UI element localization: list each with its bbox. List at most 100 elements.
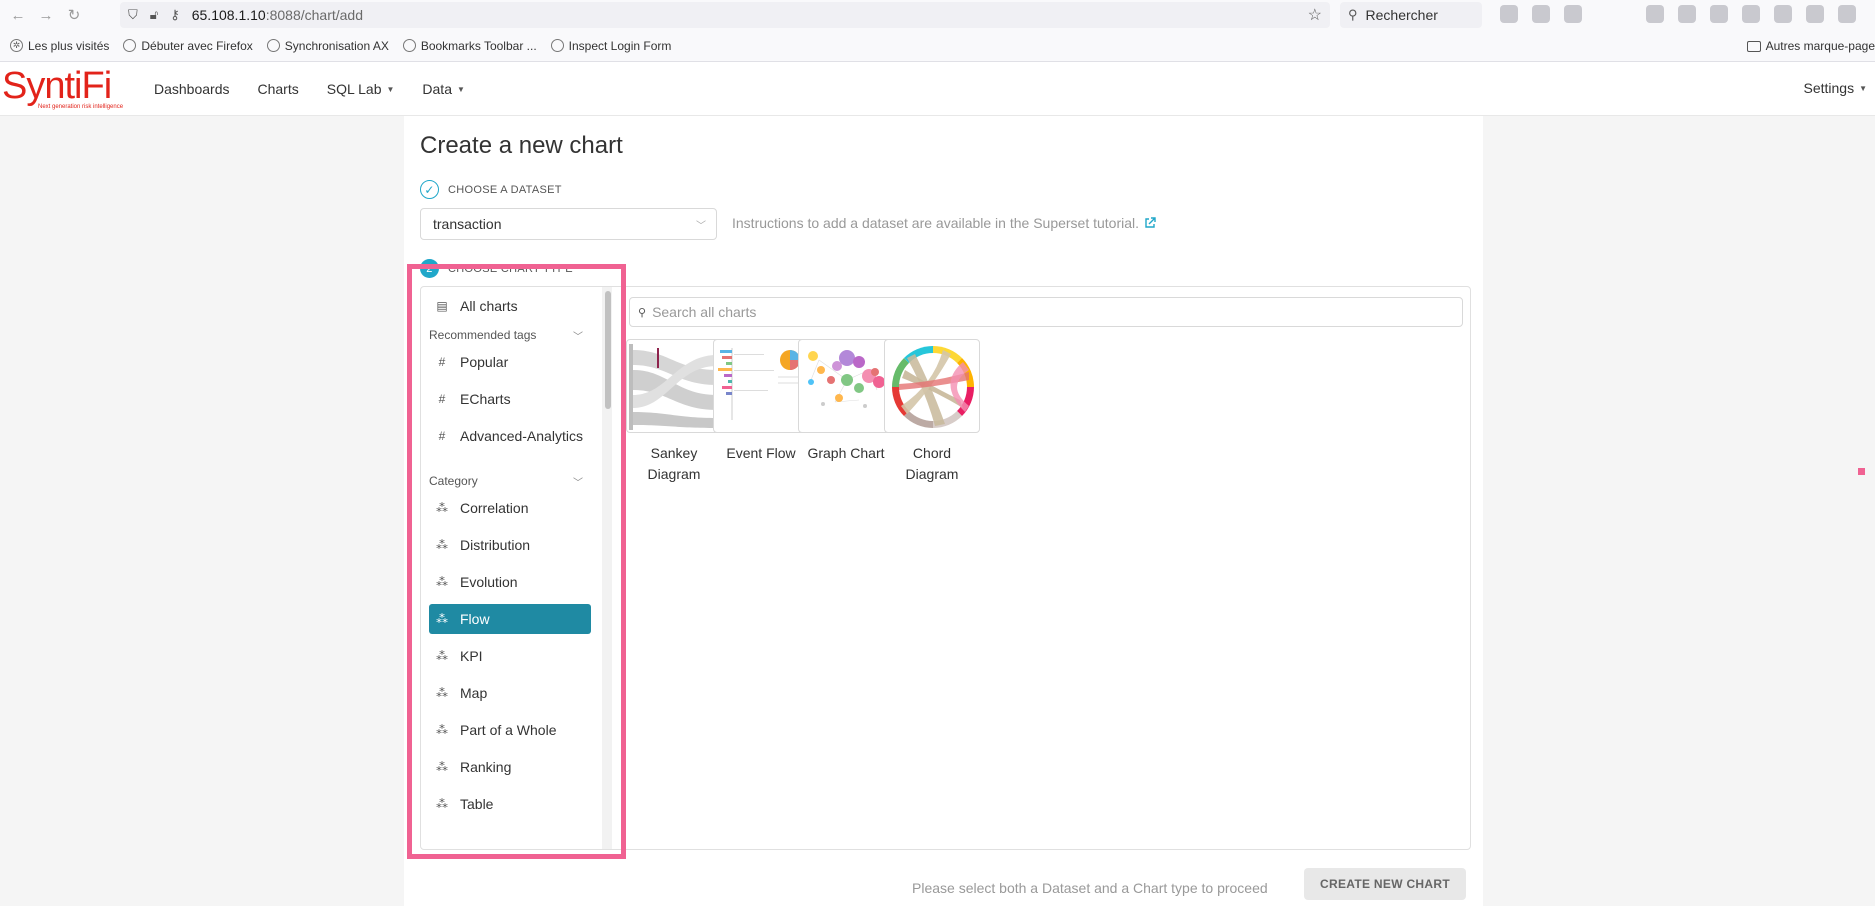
metamask-icon[interactable] xyxy=(1742,5,1760,23)
chart-card-label: Graph Chart xyxy=(807,445,885,461)
hashtag-icon: # xyxy=(438,429,446,443)
logo-text: SyntiFi xyxy=(2,65,112,107)
chart-card-event-flow[interactable]: Event Flow xyxy=(713,339,809,464)
back-icon[interactable]: ← xyxy=(8,5,28,25)
graph-chart-thumbnail xyxy=(798,339,894,433)
sidebar-category-part-of-a-whole[interactable]: ⁂ Part of a Whole xyxy=(429,715,591,745)
bookmark-star-icon[interactable]: ☆ xyxy=(1308,5,1322,25)
sidebar-category-correlation[interactable]: ⁂ Correlation xyxy=(429,493,591,523)
bookmark-item[interactable]: ✲ Les plus visités xyxy=(10,39,109,53)
sidebar-item-all-charts[interactable]: ▤ All charts xyxy=(429,291,591,321)
dataset-select[interactable]: transaction ﹀ xyxy=(420,208,717,240)
nav-dashboards[interactable]: Dashboards xyxy=(154,81,230,97)
browser-search[interactable]: ⚲ Rechercher xyxy=(1340,2,1482,28)
annotation-marker xyxy=(1858,468,1865,475)
page-title: Create a new chart xyxy=(420,132,623,159)
chevron-down-icon: ﹀ xyxy=(573,332,583,343)
hashtag-icon: # xyxy=(438,355,446,369)
shapes-icon: ⁂ xyxy=(436,686,448,700)
sidebar-tag-advanced-analytics[interactable]: # Advanced-Analytics xyxy=(429,421,591,451)
step-label: CHOOSE CHART TYPE xyxy=(448,262,573,275)
browser-toolbar: ← → ↻ ⛉ 🔓︎ ⚷ 65.108.1.10:8088/chart/add … xyxy=(0,0,1875,30)
step-choose-chart-type: 2 CHOOSE CHART TYPE xyxy=(420,259,573,278)
chart-card-label: Sankey Diagram xyxy=(647,445,701,482)
shapes-icon: ⁂ xyxy=(436,612,448,626)
search-icon: ⚲ xyxy=(638,306,647,319)
sidebar-category-map[interactable]: ⁂ Map xyxy=(429,678,591,708)
url-bar[interactable]: ⛉ 🔓︎ ⚷ 65.108.1.10:8088/chart/add ☆ xyxy=(120,2,1330,28)
firefox-icon xyxy=(123,39,137,52)
hashtag-icon: # xyxy=(438,392,446,406)
nav-sql-lab[interactable]: SQL Lab ▼ xyxy=(327,81,395,97)
reload-icon[interactable]: ↻ xyxy=(64,5,84,25)
extension-s-icon[interactable] xyxy=(1532,5,1550,23)
chart-card-graph-chart[interactable]: Graph Chart xyxy=(798,339,894,464)
instructions-link[interactable]: Instructions to add a dataset are availa… xyxy=(732,215,1139,231)
nav-charts[interactable]: Charts xyxy=(258,81,299,97)
sidebar-tag-echarts[interactable]: # ECharts xyxy=(429,384,591,414)
extension-bulb-icon[interactable] xyxy=(1564,5,1582,23)
nav-data[interactable]: Data ▼ xyxy=(422,81,465,97)
shapes-icon: ⁂ xyxy=(436,501,448,515)
forward-icon[interactable]: → xyxy=(36,5,56,25)
chart-search-input[interactable]: ⚲ Search all charts xyxy=(629,297,1463,327)
gear-icon: ✲ xyxy=(10,39,23,52)
chart-card-label: Chord Diagram xyxy=(905,445,959,482)
extension-pen-icon[interactable] xyxy=(1774,5,1792,23)
chart-type-sidebar: ▤ All charts Recommended tags ﹀ # Popular #… xyxy=(421,287,614,849)
folder-icon xyxy=(1746,40,1761,52)
logo-tagline: Next generation risk intelligence xyxy=(38,104,124,110)
step-choose-dataset: ✓ CHOOSE A DATASET xyxy=(420,180,562,199)
create-new-chart-button[interactable]: CREATE NEW CHART xyxy=(1304,868,1466,900)
sidebar-category-ranking[interactable]: ⁂ Ranking xyxy=(429,752,591,782)
app-header: SyntiFi Next generation risk intelligenc… xyxy=(0,62,1875,116)
dataset-instructions: Instructions to add a dataset are availa… xyxy=(732,215,1156,231)
chevron-down-icon: ﹀ xyxy=(696,221,706,232)
chart-card-label: Event Flow xyxy=(726,445,796,461)
check-circle-icon: ✓ xyxy=(420,180,439,199)
footer-bar: Please select both a Dataset and a Chart… xyxy=(404,858,1483,906)
menu-icon[interactable] xyxy=(1838,5,1856,23)
extension-hand-icon[interactable] xyxy=(1806,5,1824,23)
pocket-icon[interactable] xyxy=(1500,5,1518,23)
chart-card-chord[interactable]: Chord Diagram xyxy=(884,339,980,485)
browser-search-placeholder: Rechercher xyxy=(1365,7,1438,23)
bookmark-item[interactable]: Inspect Login Form xyxy=(550,39,671,53)
syntifi-logo[interactable]: SyntiFi Next generation risk intelligenc… xyxy=(2,66,132,112)
table-icon: ▤ xyxy=(436,299,448,313)
shapes-icon: ⁂ xyxy=(436,723,448,737)
extension-orange-icon[interactable] xyxy=(1678,5,1696,23)
shapes-icon: ⁂ xyxy=(436,760,448,774)
create-chart-panel: Create a new chart ✓ CHOOSE A DATASET tr… xyxy=(404,116,1483,906)
sankey-thumbnail xyxy=(626,339,722,433)
extension-turtle-icon[interactable] xyxy=(1710,5,1728,23)
bookmark-item[interactable]: Débuter avec Firefox xyxy=(123,39,253,53)
recommended-tags-header[interactable]: Recommended tags ﹀ xyxy=(429,325,591,345)
sidebar-category-table[interactable]: ⁂ Table xyxy=(429,789,591,819)
chart-card-sankey[interactable]: Sankey Diagram xyxy=(626,339,722,485)
external-link-icon[interactable] xyxy=(1144,217,1156,229)
bookmark-item[interactable]: Bookmarks Toolbar ... xyxy=(402,39,537,53)
main-nav: Dashboards Charts SQL Lab ▼ Data ▼ xyxy=(154,62,493,116)
step-label: CHOOSE A DATASET xyxy=(448,183,562,196)
sidebar-category-distribution[interactable]: ⁂ Distribution xyxy=(429,530,591,560)
sidebar-category-evolution[interactable]: ⁂ Evolution xyxy=(429,567,591,597)
chart-gallery: ▤ All charts Recommended tags ﹀ # Popular #… xyxy=(420,286,1471,850)
chevron-down-icon: ﹀ xyxy=(573,478,583,489)
url-path: :8088/chart/add xyxy=(265,7,363,23)
extension-circle-icon[interactable] xyxy=(1646,5,1664,23)
shapes-icon: ⁂ xyxy=(436,538,448,552)
shield-icon: ⛉ xyxy=(128,7,138,22)
settings-menu[interactable]: Settings ▼ xyxy=(1803,80,1867,96)
caret-down-icon: ▼ xyxy=(386,84,395,94)
sidebar-scrollbar-thumb[interactable] xyxy=(605,291,611,409)
other-bookmarks[interactable]: Autres marque-page xyxy=(1746,39,1875,53)
search-icon: ⚲ xyxy=(1348,7,1358,22)
sidebar-tag-popular[interactable]: # Popular xyxy=(429,347,591,377)
sidebar-category-flow[interactable]: ⁂ Flow xyxy=(429,604,591,634)
bookmark-item[interactable]: Synchronisation AX xyxy=(266,39,389,53)
key-icon: ⚷ xyxy=(170,7,180,22)
sidebar-category-kpi[interactable]: ⁂ KPI xyxy=(429,641,591,671)
lock-warning-icon: 🔓︎ xyxy=(149,7,159,22)
category-header[interactable]: Category ﹀ xyxy=(429,471,591,491)
